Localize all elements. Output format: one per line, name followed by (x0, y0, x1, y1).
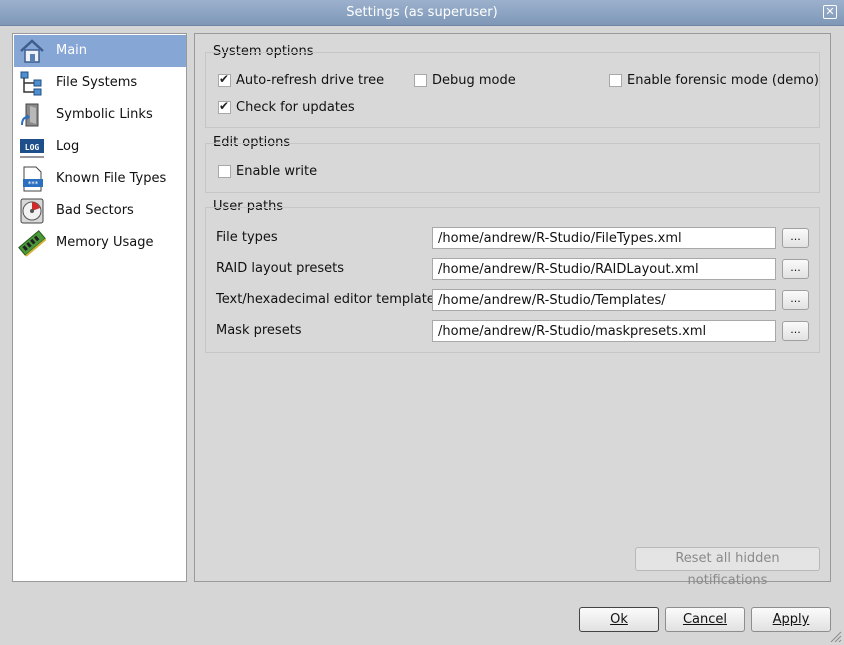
home-icon (20, 39, 44, 63)
sidebar-item-bad-sectors[interactable]: Bad Sectors (14, 195, 186, 227)
editor-templates-input[interactable]: /home/andrew/R-Studio/Templates/ (432, 289, 776, 311)
debug-mode-label: Debug mode (432, 73, 516, 88)
apply-button[interactable]: Apply (751, 607, 831, 632)
resize-grip-icon[interactable] (828, 629, 842, 643)
sidebar-item-label: Memory Usage (56, 235, 154, 250)
sidebar-item-main[interactable]: Main (14, 35, 186, 67)
system-options-group (205, 52, 820, 128)
cancel-button-label: Cancel (682, 612, 728, 627)
forensic-mode-label: Enable forensic mode (demo) (627, 73, 819, 88)
editor-templates-label: Text/hexadecimal editor templates (216, 292, 442, 307)
mask-presets-browse-button[interactable]: ... (782, 321, 809, 341)
enable-write-label: Enable write (236, 164, 318, 179)
sidebar-item-symbolic-links[interactable]: Symbolic Links (14, 99, 186, 131)
file-types-input[interactable]: /home/andrew/R-Studio/FileTypes.xml (432, 227, 776, 249)
ok-button[interactable]: Ok (579, 607, 659, 632)
raid-layout-browse-button[interactable]: ... (782, 259, 809, 279)
settings-sidebar: Main File Systems Symbolic Links LOG Log (12, 33, 187, 582)
sidebar-item-label: Bad Sectors (56, 203, 134, 218)
file-types-label: File types (216, 230, 278, 245)
svg-text:LOG: LOG (25, 143, 40, 152)
title-bar[interactable]: Settings (as superuser) ✕ (0, 0, 844, 26)
sidebar-item-known-file-types[interactable]: *** Known File Types (14, 163, 186, 195)
bad-sectors-icon (20, 198, 44, 224)
close-button[interactable]: ✕ (823, 5, 837, 19)
close-icon: ✕ (825, 5, 835, 18)
auto-refresh-label: Auto-refresh drive tree (236, 73, 385, 88)
editor-templates-browse-button[interactable]: ... (782, 290, 809, 310)
sidebar-item-label: Known File Types (56, 171, 167, 186)
window-title: Settings (as superuser) (346, 5, 498, 20)
apply-button-label: Apply (772, 612, 810, 627)
memory-usage-icon (18, 230, 46, 257)
raid-layout-input[interactable]: /home/andrew/R-Studio/RAIDLayout.xml (432, 258, 776, 280)
forensic-mode-checkbox[interactable] (609, 74, 622, 87)
enable-write-checkbox[interactable] (218, 165, 231, 178)
sidebar-item-label: File Systems (56, 75, 138, 90)
mask-presets-input[interactable]: /home/andrew/R-Studio/maskpresets.xml (432, 320, 776, 342)
auto-refresh-checkbox[interactable] (218, 72, 231, 87)
sidebar-item-label: Log (56, 139, 80, 154)
known-file-types-icon: *** (23, 166, 43, 192)
raid-layout-label: RAID layout presets (216, 261, 345, 276)
debug-mode-checkbox[interactable] (414, 74, 427, 87)
svg-text:***: *** (28, 180, 39, 188)
mask-presets-label: Mask presets (216, 323, 302, 338)
symbolic-links-icon (21, 103, 39, 127)
ok-button-label: Ok (610, 612, 628, 627)
file-types-browse-button[interactable]: ... (782, 228, 809, 248)
sidebar-item-label: Symbolic Links (56, 107, 153, 122)
log-icon: LOG (20, 139, 44, 158)
cancel-button[interactable]: Cancel (665, 607, 745, 632)
sidebar-item-memory-usage[interactable]: Memory Usage (14, 227, 186, 259)
sidebar-item-file-systems[interactable]: File Systems (14, 67, 186, 99)
sidebar-item-label: Main (56, 43, 88, 58)
file-systems-icon (20, 71, 42, 96)
sidebar-item-log[interactable]: LOG Log (14, 131, 186, 163)
check-updates-label: Check for updates (236, 100, 355, 115)
check-updates-checkbox[interactable] (218, 99, 231, 114)
reset-hidden-notifications-button[interactable]: Reset all hidden notifications (635, 547, 820, 588)
